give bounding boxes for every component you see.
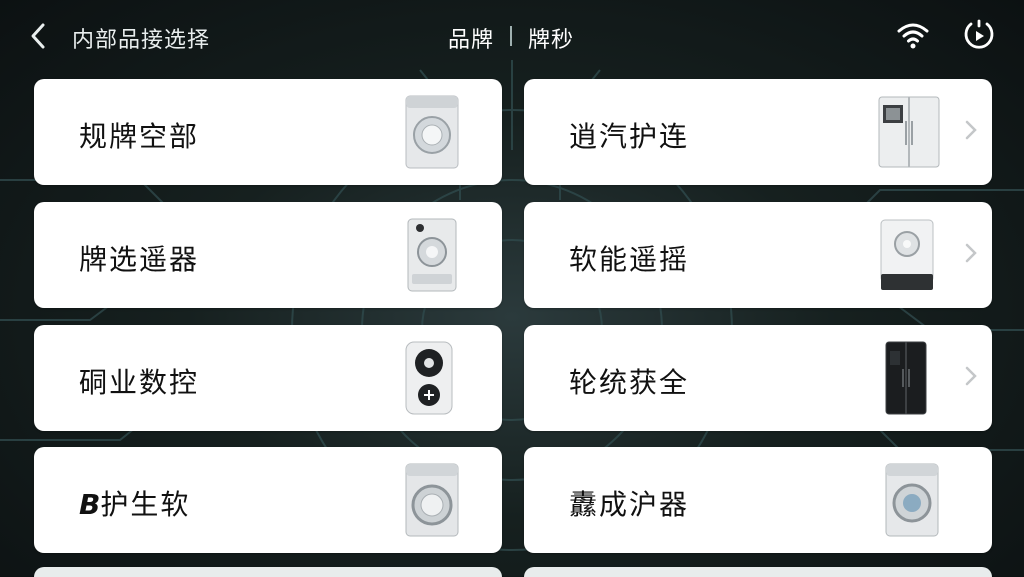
device-label: 轮统获全 — [569, 366, 690, 399]
device-label: 规牌空部 — [79, 120, 200, 153]
device-grid: 规牌空部 逍汽护连 牌选遥器 软能遥摇 硐业数控 轮统获全 B护生软 纛成沪器 — [34, 79, 992, 577]
timer-play-icon[interactable] — [962, 18, 996, 52]
tab-brand[interactable]: 品牌 — [448, 22, 494, 54]
brand-tabs: 品牌 牌秒 — [448, 22, 574, 54]
tab-brand-alt[interactable]: 牌秒 — [528, 22, 574, 54]
device-label-text: 护生软 — [100, 488, 191, 521]
dark-fridge-icon — [885, 341, 927, 415]
device-label: 牌选遥器 — [79, 243, 200, 276]
double-door-fridge-icon — [878, 96, 940, 168]
chevron-right-icon — [965, 366, 977, 386]
top-bar: 内部品接选择 品牌 牌秒 — [0, 0, 1024, 72]
device-label: 软能遥摇 — [569, 243, 690, 276]
page-title: 内部品接选择 — [72, 28, 211, 53]
device-card[interactable]: 软能遥摇 — [524, 202, 992, 308]
tab-divider — [510, 26, 513, 46]
front-load-washer-icon — [405, 95, 459, 169]
washer-dial-icon — [407, 218, 457, 292]
device-card[interactable]: 纛成沪器 — [524, 447, 992, 553]
brand-logo-b: B — [79, 488, 101, 521]
device-card[interactable]: 逍汽护连 — [524, 79, 992, 185]
back-button[interactable] — [26, 20, 50, 52]
device-card[interactable]: B护生软 — [34, 447, 502, 553]
chevron-right-icon — [965, 243, 977, 263]
remote-control-icon — [405, 341, 453, 415]
washing-machine-icon — [405, 463, 459, 537]
device-label: 硐业数控 — [79, 366, 200, 399]
device-card[interactable]: 硐业数控 — [34, 325, 502, 431]
device-label: B护生软 — [79, 483, 190, 523]
chevron-left-icon — [31, 23, 45, 49]
device-label: 纛成沪器 — [569, 488, 690, 521]
chevron-right-icon — [965, 120, 977, 140]
device-card[interactable]: 牌选遥器 — [34, 202, 502, 308]
heater-icon — [880, 219, 934, 290]
wifi-icon — [897, 23, 929, 49]
device-card[interactable]: 规牌空部 — [34, 79, 502, 185]
device-card[interactable]: 轮统获全 — [524, 325, 992, 431]
device-label: 逍汽护连 — [569, 120, 690, 153]
washing-machine-icon — [885, 463, 939, 537]
